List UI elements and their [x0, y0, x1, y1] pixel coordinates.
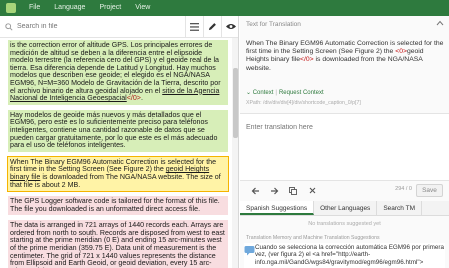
- document-pane: is the correction error of altitude GPS.…: [0, 16, 239, 268]
- arrow-left-icon: [251, 187, 259, 194]
- menu-view[interactable]: View: [128, 0, 157, 16]
- source-heading-label: Text for Translation: [246, 20, 301, 28]
- context-chevron-icon: ⌄: [246, 90, 253, 96]
- editor-actions: 294 / 0 Save: [240, 182, 449, 199]
- paragraph-translated[interactable]: Hay modelos de geoide más nuevos y más d…: [8, 109, 228, 152]
- tm-suggestion[interactable]: Cuando se selecciona la corrección autom…: [244, 243, 445, 268]
- menu-file[interactable]: File: [22, 0, 47, 16]
- menu-project[interactable]: Project: [92, 0, 128, 16]
- translation-input[interactable]: [246, 124, 441, 172]
- placeholder-tag[interactable]: </0>: [300, 56, 314, 63]
- document-scrollbar[interactable]: [232, 38, 238, 268]
- previous-button[interactable]: [248, 184, 262, 198]
- translation-pane: Text for Translation When The Binary EGM…: [240, 16, 449, 268]
- paragraph-text: is downloaded from The NGA/NASA website.…: [10, 172, 221, 189]
- tm-heading: Translation Memory and Machine Translati…: [246, 235, 380, 241]
- paragraph-translated[interactable]: is the correction error of altitude GPS.…: [8, 40, 228, 105]
- menu-bar: File Language Project View: [0, 0, 449, 16]
- paragraph-untranslated[interactable]: The data is arranged in 721 arrays of 14…: [8, 220, 228, 268]
- collapse-chevron-icon[interactable]: [436, 19, 444, 27]
- character-count: 294 / 0: [395, 186, 412, 192]
- arrow-right-icon: [270, 187, 278, 194]
- source-heading: Text for Translation: [240, 16, 449, 32]
- tab-spanish-suggestions[interactable]: Spanish Suggestions: [240, 201, 315, 215]
- xpath-label: XPath: /div/div/div[4]/div/shortcode_cap…: [246, 100, 361, 106]
- placeholder-tag: </0>: [126, 94, 141, 103]
- document-content: is the correction error of altitude GPS.…: [0, 38, 232, 268]
- tab-other-languages[interactable]: Other Languages: [314, 201, 378, 215]
- app-logo: [0, 0, 22, 16]
- search-icon: [5, 22, 13, 31]
- empty-suggestions-label: No translations suggested yet: [308, 221, 381, 227]
- save-button[interactable]: Save: [416, 184, 443, 197]
- context-link[interactable]: Context: [253, 90, 274, 96]
- list-view-button[interactable]: [185, 16, 203, 38]
- close-icon: [309, 187, 315, 194]
- paragraph-untranslated[interactable]: The GPS Logger software code is tailored…: [8, 196, 228, 216]
- placeholder-tag[interactable]: <0>: [395, 48, 407, 55]
- paragraph-selected[interactable]: When The Binary EGM96 Automatic Correcti…: [7, 155, 229, 193]
- search-input[interactable]: [17, 23, 167, 30]
- pencil-icon: [208, 23, 216, 31]
- tm-icon-wrap: [244, 243, 255, 268]
- translation-editor: [240, 113, 449, 181]
- tab-search-tm[interactable]: Search TM: [377, 201, 422, 215]
- preview-button[interactable]: [221, 16, 238, 38]
- next-button[interactable]: [267, 184, 281, 198]
- list-icon: [190, 22, 199, 31]
- suggestion-tabs: Spanish Suggestions Other Languages Sear…: [240, 201, 449, 216]
- clear-button[interactable]: [305, 184, 319, 198]
- context-row: ⌄ Context | Request Context: [246, 89, 324, 96]
- translation-memory-icon: [244, 246, 255, 256]
- scrollbar-thumb[interactable]: [233, 68, 238, 138]
- menu-language[interactable]: Language: [47, 0, 92, 16]
- copy-source-button[interactable]: [286, 184, 300, 198]
- search-toolbar: [0, 16, 238, 38]
- tm-suggestion-text: Cuando se selecciona la corrección autom…: [255, 244, 444, 266]
- eye-icon: [225, 24, 236, 29]
- search-box[interactable]: [0, 22, 185, 31]
- source-text: When The Binary EGM96 Automatic Correcti…: [246, 40, 444, 73]
- paragraph-text: .: [140, 94, 143, 103]
- request-context-link[interactable]: Request Context: [279, 90, 324, 96]
- copy-icon: [289, 186, 297, 195]
- edit-mode-button[interactable]: [203, 16, 221, 38]
